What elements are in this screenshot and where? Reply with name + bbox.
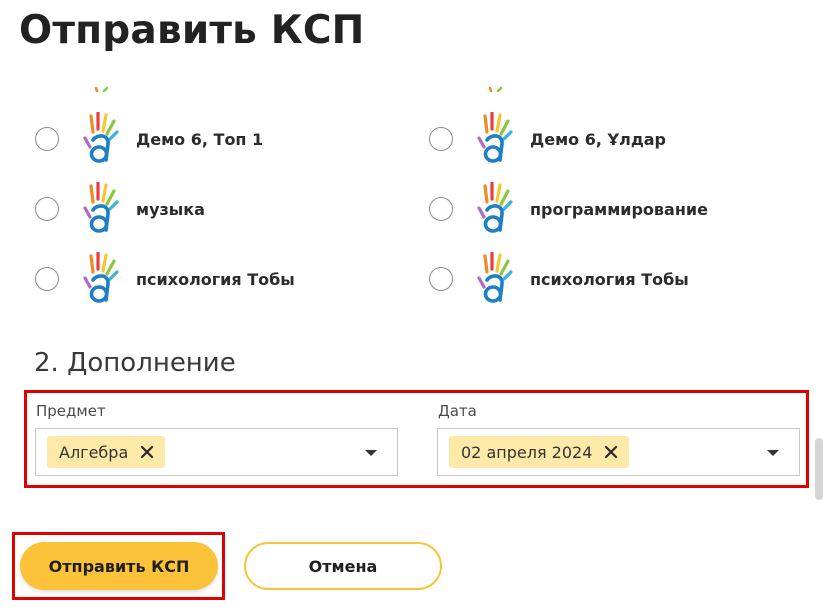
caret-down-icon[interactable] — [365, 450, 377, 456]
hand-a-logo-icon — [79, 252, 123, 306]
class-option-label: психология Тобы — [136, 269, 295, 289]
class-option-psychology-2[interactable]: психология Тобы — [429, 254, 689, 304]
date-label: Дата — [438, 402, 477, 420]
hand-a-logo-icon — [79, 182, 123, 236]
date-chip: 02 апреля 2024 — [449, 436, 630, 468]
radio-button[interactable] — [35, 267, 59, 291]
class-option-programming[interactable]: программирование — [429, 184, 708, 234]
radio-button[interactable] — [35, 127, 59, 151]
caret-down-icon[interactable] — [767, 450, 779, 456]
cancel-button[interactable]: Отмена — [244, 542, 442, 590]
scrollbar-thumb[interactable] — [815, 438, 823, 500]
class-option-label: Демо 6, Топ 1 — [136, 129, 264, 149]
section-title-addon: 2. Дополнение — [34, 348, 236, 378]
class-option-demo6-top1[interactable]: Демо 6, Топ 1 — [35, 114, 263, 164]
class-option-demo6-uldar[interactable]: Демо 6, Ұлдар — [429, 114, 666, 164]
hand-a-logo-icon — [79, 112, 123, 166]
class-option-music[interactable]: музыка — [35, 184, 205, 234]
class-option-label: программирование — [530, 199, 708, 219]
hand-a-logo-icon — [94, 86, 109, 92]
subject-label: Предмет — [36, 402, 106, 420]
close-icon[interactable] — [604, 445, 618, 459]
hand-a-logo-icon — [473, 182, 517, 236]
class-list: Демо 6, Топ 1 Демо 6, Ұлдар музыка прогр… — [0, 70, 812, 310]
hand-a-logo-icon — [473, 252, 517, 306]
date-chip-label: 02 апреля 2024 — [461, 442, 593, 462]
class-option-label: Демо 6, Ұлдар — [530, 129, 666, 149]
class-option-label: психология Тобы — [530, 269, 689, 289]
hand-a-logo-icon — [473, 112, 517, 166]
radio-button[interactable] — [429, 127, 453, 151]
date-select[interactable]: 02 апреля 2024 — [437, 428, 800, 476]
hand-a-logo-icon — [488, 86, 503, 92]
class-option-psychology-1[interactable]: психология Тобы — [35, 254, 295, 304]
subject-chip-label: Алгебра — [59, 442, 129, 462]
radio-button[interactable] — [429, 197, 453, 221]
radio-button[interactable] — [429, 267, 453, 291]
close-icon[interactable] — [140, 445, 154, 459]
subject-select[interactable]: Алгебра — [35, 428, 398, 476]
radio-button[interactable] — [35, 197, 59, 221]
subject-chip: Алгебра — [47, 436, 166, 468]
class-option-label: музыка — [136, 199, 205, 219]
submit-button[interactable]: Отправить КСП — [20, 542, 218, 590]
page-title: Отправить КСП — [19, 8, 365, 53]
